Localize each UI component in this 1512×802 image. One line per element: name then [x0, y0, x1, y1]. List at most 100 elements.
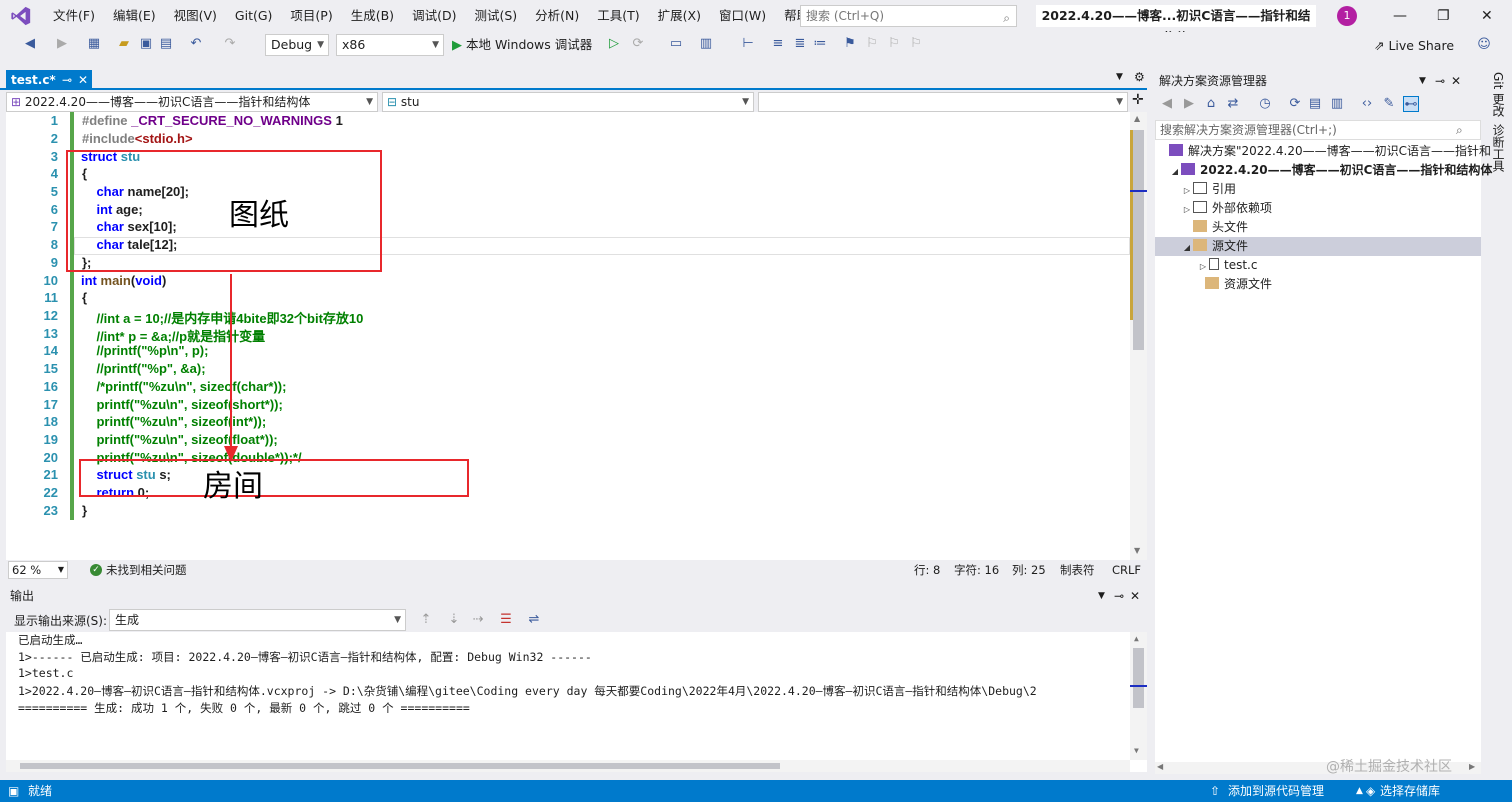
live-share-button[interactable]: ⇗ Live Share [1374, 38, 1454, 53]
restore-icon[interactable]: ❐ [1437, 8, 1450, 24]
collapse-all-icon[interactable]: ▤ [1307, 96, 1323, 112]
tab-list-icon[interactable]: ▼ [1116, 72, 1123, 82]
code-editor[interactable]: 1 2 3 4 5 6 7 8 9 10 11 12 13 14 15 16 17 18 19 20 21 22 23 #d… [6, 112, 1147, 560]
split-icon[interactable]: ✛ [1132, 92, 1144, 108]
menu-git[interactable]: Git(G) [226, 0, 282, 32]
global-search-input[interactable]: 搜索 (Ctrl+Q) ⌕ [800, 5, 1017, 27]
solution-explorer-search[interactable]: 搜索解决方案资源管理器(Ctrl+;) ⌕ [1155, 120, 1481, 140]
view-code-icon[interactable]: ‹› [1359, 96, 1375, 112]
pin-icon[interactable]: ⊸ [62, 70, 72, 90]
tabs-indicator[interactable]: 制表符 [1060, 560, 1095, 580]
pin-icon[interactable]: ⊸ [1435, 72, 1445, 90]
sync-icon[interactable]: ⟳ [1287, 96, 1303, 112]
zoom-select[interactable]: 62 % ▼ [8, 561, 68, 579]
scroll-thumb[interactable] [1133, 130, 1144, 350]
switch-views-icon[interactable]: ⇄ [1225, 96, 1241, 112]
clear-all-icon[interactable]: ☰ [498, 612, 514, 628]
editor-vertical-scrollbar[interactable]: ▲ ▼ [1130, 112, 1147, 560]
config-select[interactable]: Debug ▼ [265, 34, 329, 56]
menu-file[interactable]: 文件(F) [44, 0, 104, 32]
comment-icon[interactable]: ≡ [770, 36, 786, 52]
add-source-control-button[interactable]: 添加到源代码管理 [1228, 780, 1324, 802]
new-project-icon[interactable]: ▦ [86, 36, 102, 52]
layout-icon[interactable]: ▥ [698, 36, 714, 52]
outdent-icon[interactable]: ≔ [812, 36, 828, 52]
tree-item-external-deps[interactable]: ▷ 外部依赖项 [1181, 199, 1272, 218]
type-scope-select[interactable]: ⊟ stu ▼ [382, 92, 754, 112]
preview-icon[interactable]: ⊷ [1403, 96, 1419, 112]
pin-icon[interactable]: ⊸ [1114, 586, 1124, 606]
collapsed-icon[interactable]: ▷ [1181, 200, 1193, 219]
feedback-icon[interactable]: ☺ [1476, 37, 1492, 53]
show-all-files-icon[interactable]: ▥ [1329, 96, 1345, 112]
chevron-down-icon[interactable]: ▼ [1098, 586, 1105, 606]
scroll-thumb[interactable] [1133, 648, 1144, 708]
menu-project[interactable]: 项目(P) [281, 0, 341, 32]
save-all-icon[interactable]: ▤ [158, 36, 174, 52]
menu-build[interactable]: 生成(B) [342, 0, 403, 32]
menu-test[interactable]: 测试(S) [465, 0, 526, 32]
indent-icon[interactable]: ≣ [792, 36, 808, 52]
redo-icon[interactable]: ↷ [222, 36, 238, 52]
bookmark-icon[interactable]: ⚑ [842, 36, 858, 52]
tree-item-solution[interactable]: 解决方案"2022.4.20——博客——初识C语言——指针和 [1169, 142, 1491, 161]
back-icon[interactable]: ◀ [1159, 96, 1175, 112]
tree-item-resource-files[interactable]: 资源文件 [1205, 275, 1272, 294]
prev-bookmark-icon[interactable]: ⚐ [864, 36, 880, 52]
menu-debug[interactable]: 调试(D) [403, 0, 465, 32]
output-text-area[interactable]: 已启动生成… 1>------ 已启动生成: 项目: 2022.4.20—博客—… [6, 632, 1147, 772]
save-icon[interactable]: ▣ [138, 36, 154, 52]
goto-previous-icon[interactable]: ⇡ [418, 612, 434, 628]
select-repository-button[interactable]: 选择存储库 [1380, 780, 1440, 802]
close-window-icon[interactable]: ✕ [1481, 8, 1493, 24]
tab-git-changes[interactable]: Git 更改 [1487, 72, 1507, 117]
collapsed-icon[interactable]: ▷ [1197, 257, 1209, 276]
start-without-debugging-icon[interactable]: ▷ [606, 36, 622, 52]
scroll-up-icon[interactable]: ▲ [1134, 634, 1139, 643]
platform-select[interactable]: x86 ▼ [336, 34, 444, 56]
menu-edit[interactable]: 编辑(E) [104, 0, 165, 32]
scroll-left-icon[interactable]: ◀ [1157, 762, 1163, 771]
collapsed-icon[interactable]: ▷ [1181, 181, 1193, 200]
word-wrap-icon[interactable]: ⇌ [526, 612, 542, 628]
open-folder-icon[interactable]: ▰ [116, 36, 132, 52]
scroll-right-icon[interactable]: ▶ [1469, 762, 1475, 771]
next-bookmark-icon[interactable]: ⚐ [886, 36, 902, 52]
hot-reload-icon[interactable]: ⟳ [630, 36, 646, 52]
scroll-down-icon[interactable]: ▼ [1134, 546, 1140, 555]
browse-icon[interactable]: ▭ [668, 36, 684, 52]
tree-item-source-files[interactable]: ◢ 源文件 [1155, 237, 1481, 256]
menu-view[interactable]: 视图(V) [165, 0, 226, 32]
home-icon[interactable]: ⌂ [1203, 96, 1219, 112]
breakpoint-icon[interactable]: ⊢ [740, 36, 756, 52]
project-scope-select[interactable]: ⊞ 2022.4.20——博客——初识C语言——指针和结构体 ▼ [6, 92, 378, 112]
forward-icon[interactable]: ▶ [1181, 96, 1197, 112]
undo-icon[interactable]: ↶ [188, 36, 204, 52]
tree-item-test-c[interactable]: ▷ test.c [1197, 256, 1257, 275]
scroll-up-icon[interactable]: ▲ [1134, 114, 1140, 123]
chevron-down-icon[interactable]: ▼ [1419, 72, 1426, 90]
output-source-select[interactable]: 生成 ▼ [109, 609, 406, 631]
expanded-icon[interactable]: ◢ [1181, 238, 1193, 257]
close-panel-icon[interactable]: ✕ [1130, 586, 1140, 606]
expanded-icon[interactable]: ◢ [1169, 162, 1181, 181]
tree-item-project[interactable]: ◢ 2022.4.20——博客——初识C语言——指针和结构体 [1169, 161, 1492, 180]
clear-bookmarks-icon[interactable]: ⚐ [908, 36, 924, 52]
minimize-icon[interactable]: — [1393, 8, 1407, 24]
menu-extensions[interactable]: 扩展(X) [649, 0, 710, 32]
scroll-thumb[interactable] [20, 763, 780, 769]
tree-item-header-files[interactable]: 头文件 [1193, 218, 1248, 237]
properties-icon[interactable]: ✎ [1381, 96, 1397, 112]
tab-test-c[interactable]: test.c* ⊸ ✕ [6, 70, 92, 90]
goto-next-icon[interactable]: ⇣ [446, 612, 462, 628]
close-panel-icon[interactable]: ✕ [1451, 72, 1461, 90]
start-debugging-button[interactable]: ▶ 本地 Windows 调试器 [452, 35, 592, 55]
menu-window[interactable]: 窗口(W) [710, 0, 775, 32]
notification-badge[interactable]: 1 [1337, 6, 1357, 26]
forward-icon[interactable]: ▶ [54, 36, 70, 52]
back-icon[interactable]: ◀ [22, 36, 38, 52]
eol-indicator[interactable]: CRLF [1112, 560, 1141, 580]
member-select[interactable]: ▼ [758, 92, 1128, 112]
tree-item-references[interactable]: ▷ 引用 [1181, 180, 1236, 199]
tab-diagnostic-tools[interactable]: 诊断工具 [1487, 124, 1507, 172]
